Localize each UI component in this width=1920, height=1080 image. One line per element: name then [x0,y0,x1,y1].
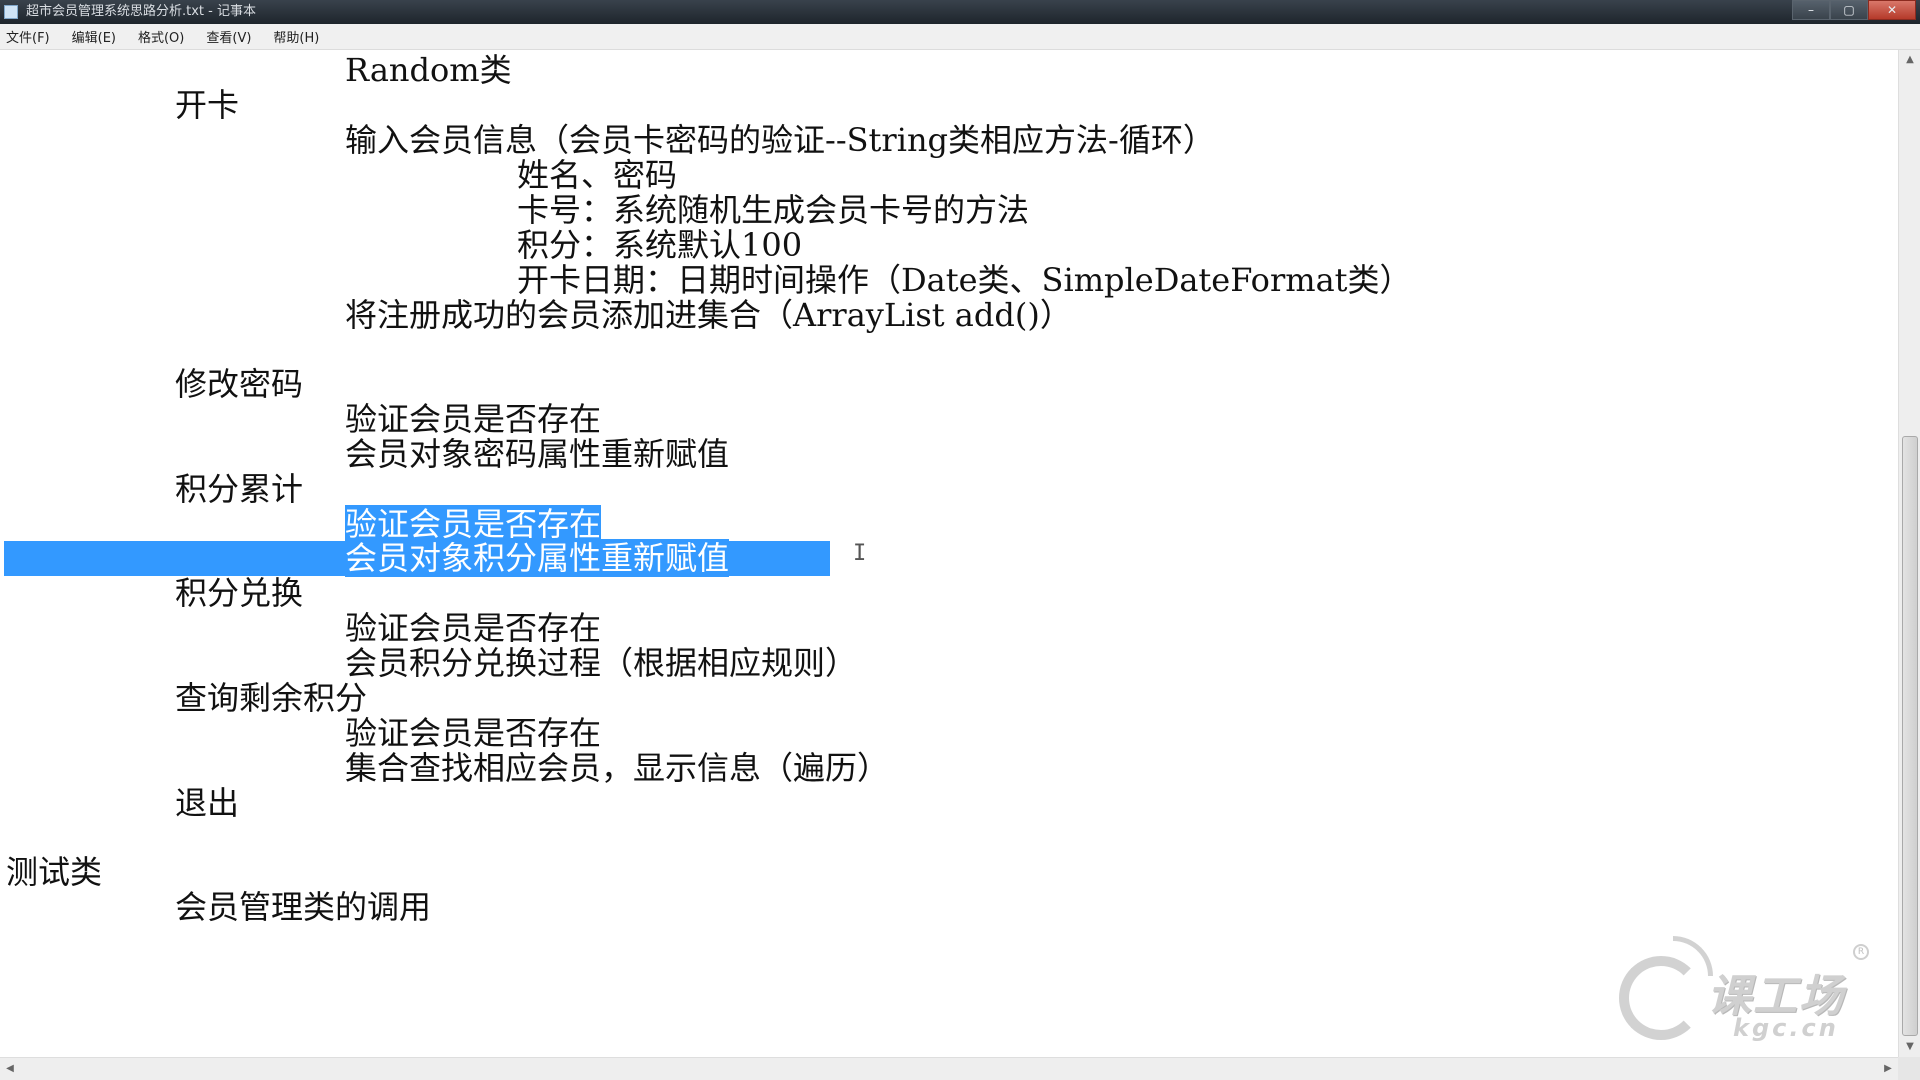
menu-format[interactable]: 格式(O) [138,27,184,46]
text-line: 姓名、密码 [517,156,678,194]
scroll-down-icon[interactable]: ▼ [1899,1037,1920,1057]
text-editor[interactable]: Random类 开卡 输入会员信息（会员卡密码的验证--String类相应方法-… [0,50,1898,1057]
text-line: 退出 [175,784,240,822]
text-line: 积分兑换 [175,574,304,612]
text-cursor-icon: I [853,541,867,566]
scroll-left-icon[interactable]: ◀ [0,1058,20,1080]
text-line: 修改密码 [175,365,304,403]
text-line: 测试类 [6,853,103,891]
menu-file[interactable]: 文件(F) [6,27,50,46]
menu-edit[interactable]: 编辑(E) [72,27,116,46]
vertical-scrollbar[interactable]: ▲ ▼ [1898,50,1920,1057]
watermark-domain: kgc.cn [1733,1014,1839,1042]
text-line: 输入会员信息（会员卡密码的验证--String类相应方法-循环） [345,121,1215,159]
menu-bar: 文件(F) 编辑(E) 格式(O) 查看(V) 帮助(H) [0,24,1920,50]
horizontal-scrollbar[interactable]: ◀ ▶ [0,1057,1898,1080]
text-line: 验证会员是否存在 [345,400,602,438]
text-line: 卡号：系统随机生成会员卡号的方法 [517,191,1030,229]
selected-text: 会员对象积分属性重新赋值 [345,539,730,577]
text-line: 会员对象密码属性重新赋值 [345,435,730,473]
text-line: 验证会员是否存在 [345,714,602,752]
scroll-up-icon[interactable]: ▲ [1899,50,1920,70]
minimize-button[interactable]: – [1792,0,1830,20]
menu-view[interactable]: 查看(V) [206,27,251,46]
close-button[interactable]: ✕ [1868,0,1916,20]
text-line-selected: 验证会员是否存在 [345,505,602,543]
notepad-icon [4,5,18,19]
window-controls: – ▢ ✕ [1792,0,1916,20]
text-line: 会员积分兑换过程（根据相应规则） [345,644,858,682]
text-line: 积分累计 [175,470,304,508]
text-line: 验证会员是否存在 [345,609,602,647]
registered-mark-icon: R [1853,944,1869,960]
maximize-button[interactable]: ▢ [1830,0,1868,20]
scroll-right-icon[interactable]: ▶ [1878,1058,1898,1080]
vertical-scroll-thumb[interactable] [1902,436,1918,1036]
kgc-watermark-logo: 课工场 kgc.cn R [1615,928,1875,1048]
text-line: 将注册成功的会员添加进集合（ArrayList add()） [345,296,1072,334]
text-line: Random类 [345,51,512,89]
scrollbar-corner [1898,1057,1920,1080]
text-line: 查询剩余积分 [175,679,368,717]
text-line: 积分：系统默认100 [517,226,803,264]
text-line: 会员管理类的调用 [175,888,432,926]
text-line-selected: 会员对象积分属性重新赋值 [345,539,730,577]
window-title: 超市会员管理系统思路分析.txt - 记事本 [26,4,256,19]
text-line: 开卡日期：日期时间操作（Date类、SimpleDateFormat类） [517,261,1412,299]
text-line: 开卡 [175,86,240,124]
title-bar[interactable]: 超市会员管理系统思路分析.txt - 记事本 – ▢ ✕ [0,0,1920,24]
text-line: 集合查找相应会员，显示信息（遍历） [345,749,890,787]
menu-help[interactable]: 帮助(H) [273,27,319,46]
selected-text: 验证会员是否存在 [345,505,602,543]
